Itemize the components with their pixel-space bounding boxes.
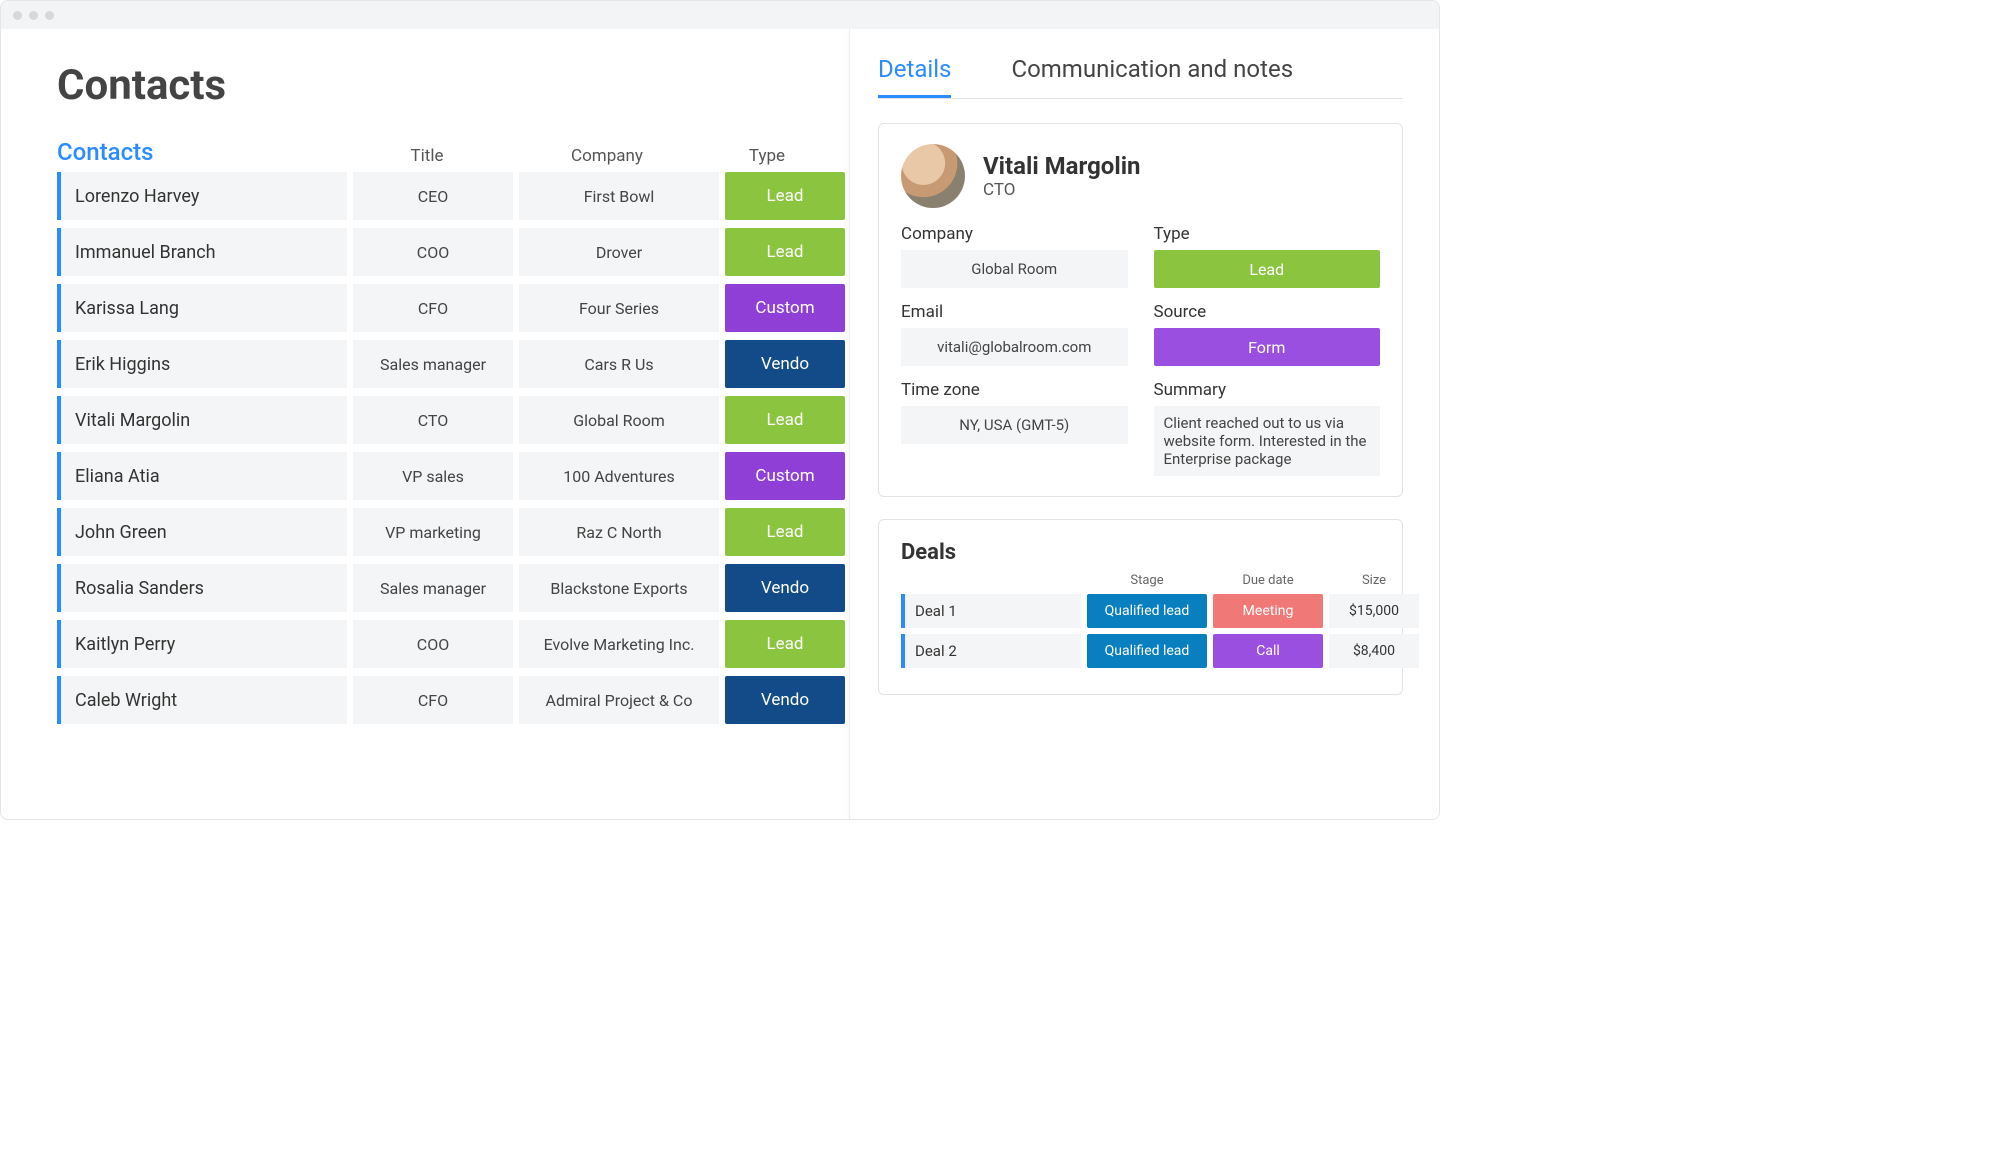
cell-type[interactable]: Lead <box>725 508 845 556</box>
col-contacts[interactable]: Contacts <box>57 138 347 166</box>
deal-due[interactable]: Meeting <box>1213 594 1323 628</box>
cell-title: CFO <box>353 676 513 724</box>
field-timezone[interactable]: NY, USA (GMT-5) <box>901 406 1128 444</box>
cell-name[interactable]: Caleb Wright <box>57 676 347 724</box>
window-dot <box>45 11 54 20</box>
cell-name[interactable]: Kaitlyn Perry <box>57 620 347 668</box>
cell-type[interactable]: Vendo <box>725 564 845 612</box>
cell-title: COO <box>353 228 513 276</box>
deal-size: $8,400 <box>1329 634 1419 668</box>
col-title[interactable]: Title <box>347 146 507 166</box>
label-type: Type <box>1154 224 1381 244</box>
deals-header: Stage Due date Size <box>901 573 1380 588</box>
cell-company: Raz C North <box>519 508 719 556</box>
contacts-table: Contacts Title Company Type Lorenzo Harv… <box>57 138 849 724</box>
cell-company: Cars R Us <box>519 340 719 388</box>
cell-type[interactable]: Vendo <box>725 340 845 388</box>
table-row[interactable]: Immanuel BranchCOODroverLead <box>57 228 849 276</box>
cell-name[interactable]: Vitali Margolin <box>57 396 347 444</box>
cell-name[interactable]: Lorenzo Harvey <box>57 172 347 220</box>
table-row[interactable]: Eliana AtiaVP sales100 AdventuresCustom <box>57 452 849 500</box>
deal-due[interactable]: Call <box>1213 634 1323 668</box>
cell-title: VP marketing <box>353 508 513 556</box>
field-summary[interactable]: Client reached out to us via website for… <box>1154 406 1381 476</box>
cell-title: CFO <box>353 284 513 332</box>
field-source[interactable]: Form <box>1154 328 1381 366</box>
cell-title: Sales manager <box>353 340 513 388</box>
cell-company: Four Series <box>519 284 719 332</box>
cell-type[interactable]: Lead <box>725 228 845 276</box>
deal-stage[interactable]: Qualified lead <box>1087 634 1207 668</box>
cell-company: Drover <box>519 228 719 276</box>
deal-name[interactable]: Deal 2 <box>901 634 1081 668</box>
cell-company: Admiral Project & Co <box>519 676 719 724</box>
label-email: Email <box>901 302 1128 322</box>
detail-pane: Details Communication and notes Vitali M… <box>849 29 1439 819</box>
field-email[interactable]: vitali@globalroom.com <box>901 328 1128 366</box>
table-row[interactable]: Lorenzo HarveyCEOFirst BowlLead <box>57 172 849 220</box>
cell-company: Blackstone Exports <box>519 564 719 612</box>
cell-name[interactable]: Eliana Atia <box>57 452 347 500</box>
cell-title: VP sales <box>353 452 513 500</box>
cell-title: COO <box>353 620 513 668</box>
cell-type[interactable]: Custom <box>725 284 845 332</box>
app-window: Contacts Contacts Title Company Type Lor… <box>0 0 1440 820</box>
cell-type[interactable]: Custom <box>725 452 845 500</box>
cell-type[interactable]: Lead <box>725 620 845 668</box>
detail-tabs: Details Communication and notes <box>878 55 1403 99</box>
cell-company: Global Room <box>519 396 719 444</box>
tab-details[interactable]: Details <box>878 55 951 98</box>
field-type[interactable]: Lead <box>1154 250 1381 288</box>
tab-communication[interactable]: Communication and notes <box>1011 55 1293 98</box>
deal-name[interactable]: Deal 1 <box>901 594 1081 628</box>
window-titlebar <box>1 1 1439 29</box>
deals-card: Deals Stage Due date Size Deal 1Qualifie… <box>878 519 1403 695</box>
cell-type[interactable]: Lead <box>725 172 845 220</box>
table-row[interactable]: John GreenVP marketingRaz C NorthLead <box>57 508 849 556</box>
deal-row[interactable]: Deal 1Qualified leadMeeting$15,000 <box>901 594 1380 628</box>
window-dot <box>29 11 38 20</box>
table-row[interactable]: Caleb WrightCFOAdmiral Project & CoVendo <box>57 676 849 724</box>
col-stage[interactable]: Stage <box>1087 573 1207 588</box>
page-title: Contacts <box>57 61 849 110</box>
cell-title: CEO <box>353 172 513 220</box>
cell-type[interactable]: Vendo <box>725 676 845 724</box>
table-row[interactable]: Vitali MargolinCTOGlobal RoomLead <box>57 396 849 444</box>
col-company[interactable]: Company <box>507 146 707 166</box>
cell-name[interactable]: John Green <box>57 508 347 556</box>
col-size[interactable]: Size <box>1329 573 1419 588</box>
contact-detail-card: Vitali Margolin CTO Company Global Room … <box>878 123 1403 497</box>
cell-company: First Bowl <box>519 172 719 220</box>
contacts-pane: Contacts Contacts Title Company Type Lor… <box>1 29 849 819</box>
contact-title: CTO <box>983 180 1141 200</box>
cell-company: 100 Adventures <box>519 452 719 500</box>
col-due[interactable]: Due date <box>1213 573 1323 588</box>
contacts-table-header: Contacts Title Company Type <box>57 138 849 172</box>
field-company[interactable]: Global Room <box>901 250 1128 288</box>
cell-name[interactable]: Rosalia Sanders <box>57 564 347 612</box>
contact-name: Vitali Margolin <box>983 152 1141 180</box>
deal-row[interactable]: Deal 2Qualified leadCall$8,400 <box>901 634 1380 668</box>
window-dot <box>13 11 22 20</box>
table-row[interactable]: Erik HigginsSales managerCars R UsVendo <box>57 340 849 388</box>
cell-name[interactable]: Erik Higgins <box>57 340 347 388</box>
label-source: Source <box>1154 302 1381 322</box>
cell-title: CTO <box>353 396 513 444</box>
table-row[interactable]: Karissa LangCFOFour SeriesCustom <box>57 284 849 332</box>
deals-title: Deals <box>901 540 1380 565</box>
table-row[interactable]: Rosalia SandersSales managerBlackstone E… <box>57 564 849 612</box>
cell-title: Sales manager <box>353 564 513 612</box>
cell-name[interactable]: Karissa Lang <box>57 284 347 332</box>
col-type[interactable]: Type <box>707 146 827 166</box>
cell-company: Evolve Marketing Inc. <box>519 620 719 668</box>
table-row[interactable]: Kaitlyn PerryCOOEvolve Marketing Inc.Lea… <box>57 620 849 668</box>
avatar <box>901 144 965 208</box>
deal-stage[interactable]: Qualified lead <box>1087 594 1207 628</box>
label-company: Company <box>901 224 1128 244</box>
cell-name[interactable]: Immanuel Branch <box>57 228 347 276</box>
deal-size: $15,000 <box>1329 594 1419 628</box>
label-summary: Summary <box>1154 380 1381 400</box>
cell-type[interactable]: Lead <box>725 396 845 444</box>
label-timezone: Time zone <box>901 380 1128 400</box>
